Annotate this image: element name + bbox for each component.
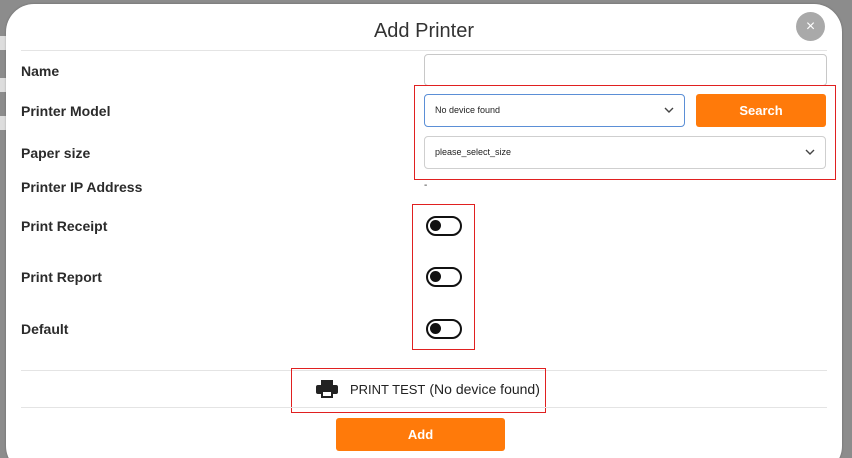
add-printer-dialog: Add Printer × Name Printer Model No devi…: [6, 4, 842, 458]
default-label: Default: [21, 321, 69, 337]
add-button[interactable]: Add: [336, 418, 505, 451]
name-label: Name: [21, 63, 60, 79]
close-button[interactable]: ×: [796, 12, 825, 41]
highlight-box-device: [414, 85, 836, 180]
close-icon: ×: [805, 18, 816, 35]
print-report-label: Print Report: [21, 269, 102, 285]
printer-ip-label: Printer IP Address: [21, 179, 143, 195]
dialog-title: Add Printer: [373, 20, 475, 42]
header-divider: [21, 50, 827, 51]
print-receipt-label: Print Receipt: [21, 218, 108, 234]
paper-size-label: Paper size: [21, 145, 91, 161]
printer-model-label: Printer Model: [21, 103, 111, 119]
printer-ip-value: -: [424, 180, 428, 191]
footer-divider: [21, 407, 827, 408]
name-input[interactable]: [424, 54, 827, 86]
highlight-box-toggles: [412, 204, 475, 350]
